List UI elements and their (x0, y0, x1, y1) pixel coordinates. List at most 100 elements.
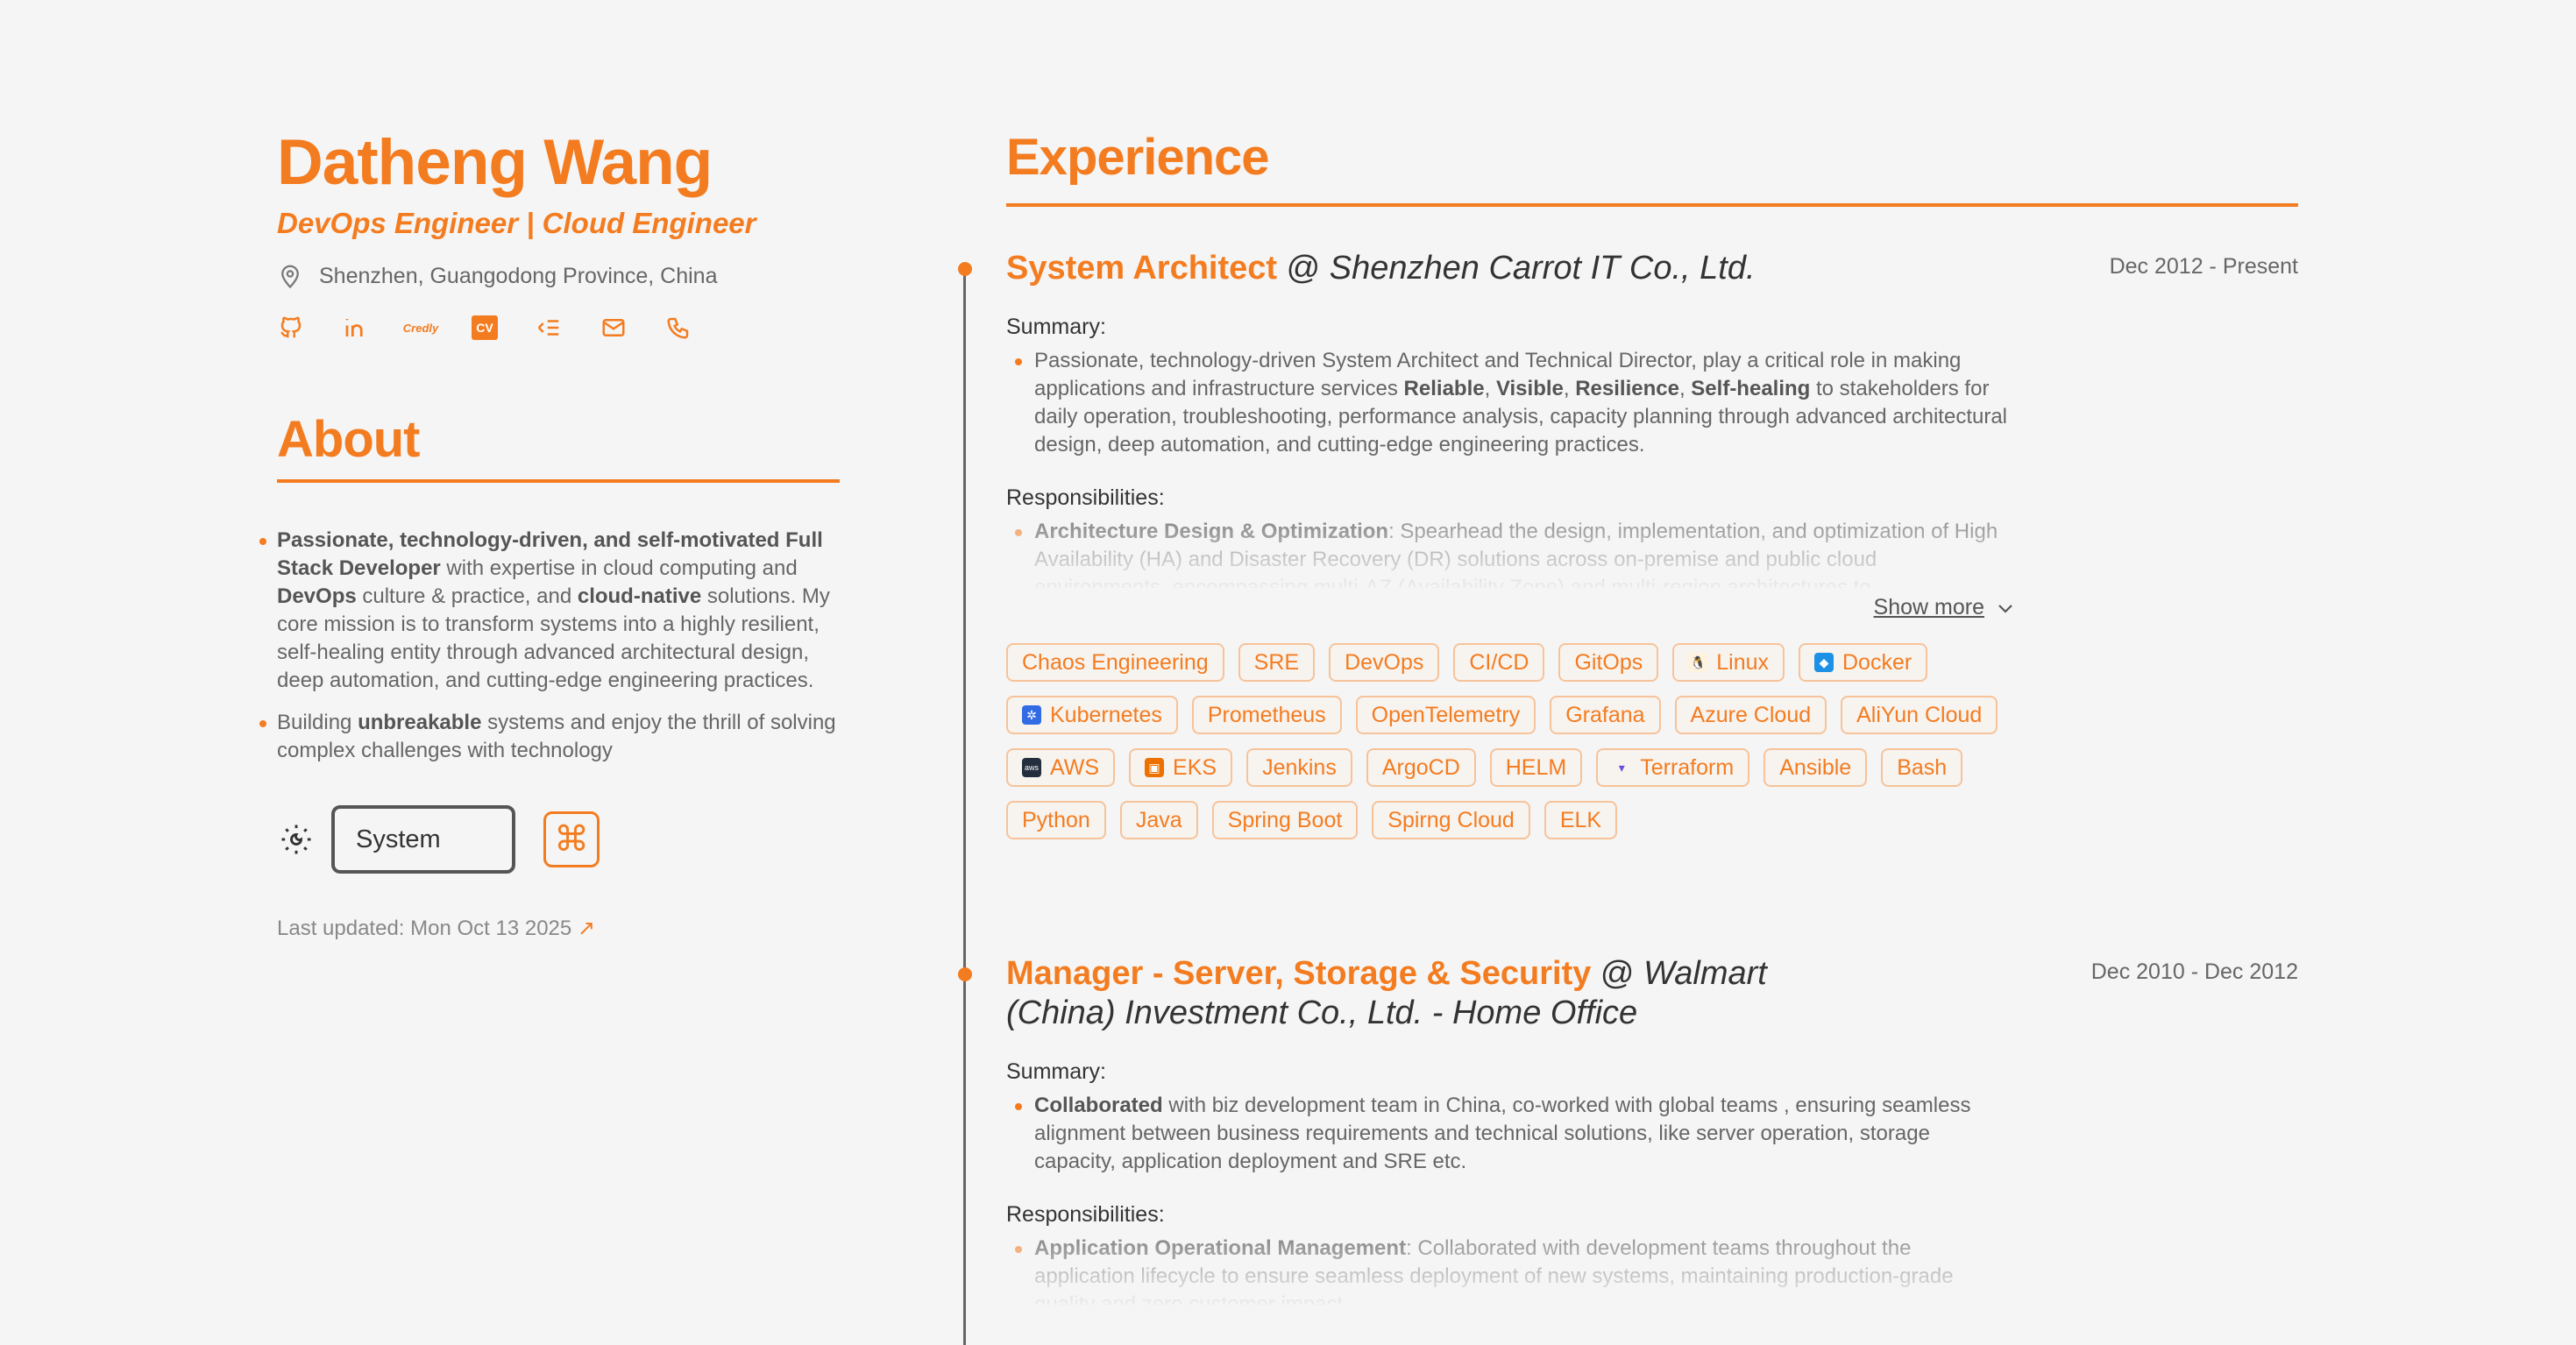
job-date: Dec 2010 - Dec 2012 (2090, 959, 2298, 984)
skill-tag-label: Kubernetes (1050, 702, 1162, 727)
skill-tag-label: EKS (1173, 754, 1217, 780)
skill-tag-label: HELM (1505, 754, 1567, 780)
summary-text: with biz development team in China, co-w… (1034, 1094, 1971, 1173)
responsibilities-list: Application Operational Management: Coll… (1006, 1235, 2014, 1305)
skill-tag: Spirng Cloud (1372, 801, 1530, 839)
skill-tag: ELK (1543, 801, 1618, 839)
location-text: Shenzhen, Guangodong Province, China (319, 263, 718, 288)
about-title: About (277, 411, 421, 468)
linux-icon: 🐧 (1688, 653, 1708, 672)
github-icon[interactable] (277, 314, 305, 342)
skill-tag-label: CI/CD (1469, 649, 1529, 675)
responsibilities-label: Responsibilities: (1006, 1202, 1165, 1227)
last-updated[interactable]: Last updated: Mon Oct 13 2025 ↗ (277, 916, 840, 941)
skill-tag: Ansible (1763, 748, 1868, 787)
skill-tags: Chaos Engineering SRE DevOps CI/CD GitOps 🐧 Li… (1006, 643, 2023, 839)
skill-tag: Java (1119, 801, 1198, 839)
responsibility-bold: Application Operational Management (1034, 1236, 1407, 1260)
skill-tag-label: Bash (1897, 754, 1948, 780)
job-title: Manager - Server, Storage & Security @ W… (1006, 954, 1883, 1033)
show-more-button[interactable]: Show more (1006, 595, 2014, 620)
list-icon[interactable] (535, 314, 563, 342)
summary-sep: , (1678, 377, 1692, 400)
skill-tag: GitOps (1558, 643, 1659, 682)
skill-tag-label: Prometheus (1207, 702, 1326, 727)
skill-tag-label: ArgoCD (1381, 754, 1460, 780)
skill-tag-label: Spirng Cloud (1387, 807, 1515, 832)
about-divider (277, 479, 840, 483)
job-at: @ (1277, 250, 1330, 287)
external-link-icon: ↗ (577, 917, 596, 940)
skill-tag-label: Terraform (1640, 754, 1735, 780)
phone-icon[interactable] (664, 314, 692, 342)
about-item: Passionate, technology-driven, and self-… (259, 527, 840, 695)
skill-tag-label: OpenTelemetry (1371, 702, 1521, 727)
job-position: Manager - Server, Storage & Security (1006, 955, 1592, 992)
skill-tag-label: Linux (1716, 649, 1769, 675)
skill-tag: AliYun Cloud (1841, 696, 1998, 734)
credly-icon[interactable]: Credly (403, 314, 438, 342)
summary-sep: , (1563, 377, 1576, 400)
cv-icon[interactable]: CV (472, 315, 498, 340)
theme-controls: System ⌘ (277, 805, 840, 874)
summary-list: Collaborated with biz development team i… (1006, 1092, 2014, 1176)
skill-tag-label: Jenkins (1262, 754, 1337, 780)
summary-sep: , (1484, 377, 1496, 400)
skill-tag-label: Java (1135, 807, 1182, 832)
mail-icon[interactable] (600, 314, 628, 342)
skill-tag: OpenTelemetry (1355, 696, 1536, 734)
kubernetes-icon: ✲ (1022, 705, 1041, 725)
skill-tag-label: Spring Boot (1227, 807, 1343, 832)
skill-tag: Python (1006, 801, 1106, 839)
summary-item: Passionate, technology-driven System Arc… (1015, 347, 2014, 459)
job-date: Dec 2012 - Present (2109, 254, 2298, 279)
summary-bold: Visible (1495, 377, 1564, 400)
skill-tag: SRE (1238, 643, 1316, 682)
skill-tag-label: Python (1022, 807, 1090, 832)
summary-bold: Collaborated (1034, 1094, 1163, 1117)
responsibility-item: Application Operational Management: Coll… (1015, 1235, 2014, 1305)
job-company: Shenzhen Carrot IT Co., Ltd. (1329, 250, 1756, 287)
theme-select[interactable]: System (331, 805, 515, 874)
skill-tag: ✲ Kubernetes (1006, 696, 1178, 734)
job-entry: Manager - Server, Storage & Security @ W… (1006, 954, 2298, 1305)
timeline-line (963, 267, 966, 1345)
about-text: with expertise in cloud computing and (440, 556, 798, 580)
experience-divider (1006, 203, 2298, 207)
skill-tag-label: AWS (1050, 754, 1100, 780)
skill-tag: Chaos Engineering (1006, 643, 1224, 682)
skill-tag-label: Grafana (1565, 702, 1645, 727)
skill-tag: DevOps (1329, 643, 1440, 682)
show-more-label: Show more (1873, 595, 1984, 619)
responsibilities-label: Responsibilities: (1006, 485, 1165, 510)
job-entry: System Architect @ Shenzhen Carrot IT Co… (1006, 249, 2298, 839)
experience-title: Experience (1006, 129, 1270, 186)
profile-role: DevOps Engineer | Cloud Engineer (277, 207, 756, 239)
skill-tag-label: AliYun Cloud (1856, 702, 1983, 727)
last-updated-text: Last updated: Mon Oct 13 2025 (277, 917, 572, 940)
summary-bold: Self-healing (1691, 377, 1811, 400)
summary-label: Summary: (1006, 1059, 1106, 1084)
theme-icon (281, 825, 311, 854)
command-palette-button[interactable]: ⌘ (543, 811, 600, 867)
linkedin-icon[interactable] (342, 314, 370, 342)
skill-tag: Bash (1881, 748, 1963, 787)
summary-list: Passionate, technology-driven System Arc… (1006, 347, 2014, 459)
about-item: Building unbreakable systems and enjoy t… (259, 709, 840, 765)
skill-tag: Jenkins (1246, 748, 1352, 787)
docker-icon: ◆ (1814, 653, 1834, 672)
skill-tag: ◆ Docker (1799, 643, 1928, 682)
location: Shenzhen, Guangodong Province, China (277, 263, 840, 289)
about-text: Building (277, 711, 358, 734)
summary-bold: Reliable (1403, 377, 1485, 400)
skill-tag: Spring Boot (1211, 801, 1359, 839)
skill-tag: aws AWS (1006, 748, 1116, 787)
location-pin-icon (281, 265, 299, 289)
terraform-icon: ▾ (1618, 760, 1625, 775)
about-bold: cloud-native (577, 584, 702, 608)
skill-tag: Grafana (1550, 696, 1661, 734)
responsibility-item: Architecture Design & Optimization: Spea… (1015, 518, 2014, 588)
profile-name: Datheng Wang (277, 127, 713, 198)
skill-tag-label: SRE (1253, 649, 1300, 675)
summary-bold: Resilience (1575, 377, 1679, 400)
